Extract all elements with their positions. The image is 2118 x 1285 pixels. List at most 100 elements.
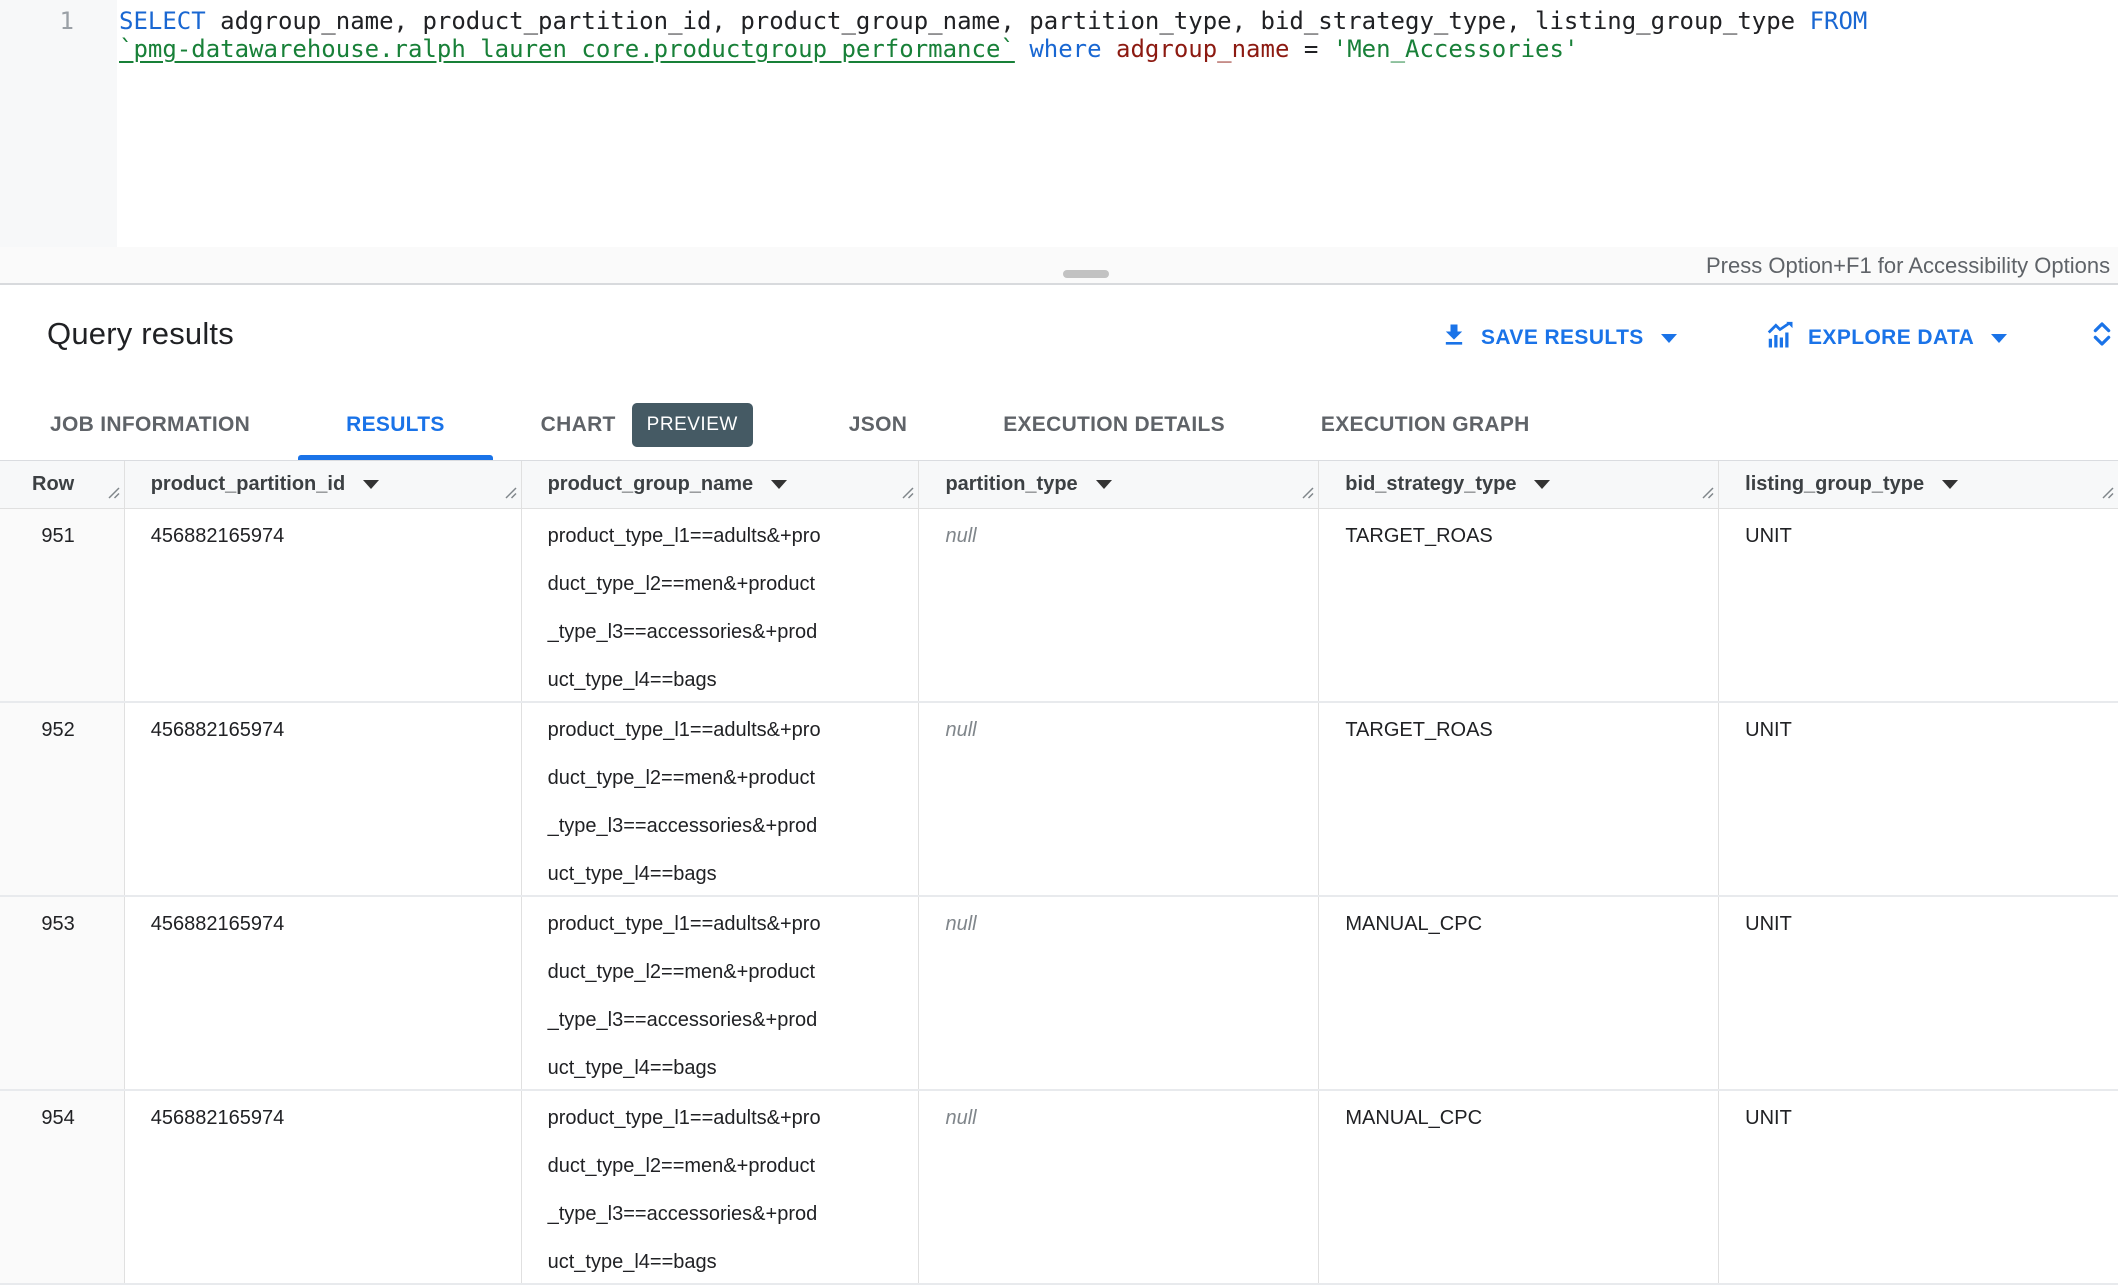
results-tab-bar: JOB INFORMATION RESULTS CHART PREVIEW JSON EX… bbox=[0, 390, 2118, 461]
table-row: 952456882165974product_type_l1==adults&+… bbox=[0, 703, 2118, 897]
tab-job-information[interactable]: JOB INFORMATION bbox=[2, 390, 298, 460]
sql-token: where bbox=[1029, 35, 1101, 63]
product-group-name-line: _type_l3==accessories&+prod bbox=[548, 618, 893, 666]
tab-label: EXECUTION GRAPH bbox=[1321, 413, 1530, 437]
tab-execution-graph[interactable]: EXECUTION GRAPH bbox=[1273, 390, 1578, 460]
cell-product-group-name: product_type_l1==adults&+product_type_l2… bbox=[522, 897, 920, 1089]
sql-token: = bbox=[1289, 35, 1332, 63]
sql-line-1: SELECT adgroup_name, product_partition_i… bbox=[119, 7, 1867, 35]
cell-listing-group-type: UNIT bbox=[1719, 897, 2118, 1089]
editor-status-bar: Press Option+F1 for Accessibility Option… bbox=[0, 247, 2118, 285]
column-menu-caret[interactable] bbox=[1534, 480, 1550, 489]
table-row: 951456882165974 product_type_l1==adults&+… bbox=[0, 509, 2118, 703]
product-group-name-line: _type_l3==accessories&+prod bbox=[548, 1200, 893, 1248]
sql-token bbox=[1102, 35, 1116, 63]
cell-product-partition-id: 456882165974 bbox=[125, 1091, 522, 1283]
cell-bid-strategy-type: TARGET_ROAS bbox=[1319, 703, 1719, 895]
explore-data-button[interactable]: EXPLORE DATA bbox=[1765, 315, 2007, 361]
tab-label: EXECUTION DETAILS bbox=[1003, 413, 1225, 437]
cell-partition-type: null bbox=[919, 509, 1319, 701]
column-header-label: product_group_name bbox=[548, 473, 754, 496]
chart-icon bbox=[1765, 320, 1795, 356]
tab-label: RESULTS bbox=[346, 413, 445, 437]
tab-badge-preview: PREVIEW bbox=[632, 403, 753, 447]
column-header-label: Row bbox=[32, 473, 74, 496]
column-resize-grip[interactable] bbox=[899, 483, 915, 506]
product-group-name-line: duct_type_l2==men&+product bbox=[548, 570, 893, 618]
table-row: 954456882165974 product_type_l1==adults&+… bbox=[0, 1091, 2118, 1285]
cell-partition-type: null bbox=[919, 703, 1319, 895]
cell-partition-type: null bbox=[919, 1091, 1319, 1283]
cell-listing-group-type: UNIT bbox=[1719, 509, 2118, 701]
sql-token bbox=[1015, 35, 1029, 63]
column-resize-grip[interactable] bbox=[1699, 483, 1715, 506]
explore-data-label: EXPLORE DATA bbox=[1808, 326, 1974, 350]
column-header-product-group-name[interactable]: product_group_name bbox=[522, 461, 920, 508]
cell-product-partition-id: 456882165974 bbox=[125, 509, 522, 701]
cell-listing-group-type: UNIT bbox=[1719, 1091, 2118, 1283]
product-group-name-line: uct_type_l4==bags bbox=[548, 1054, 893, 1089]
product-group-name-line: uct_type_l4==bags bbox=[548, 1248, 893, 1283]
sql-editor[interactable]: 1 SELECT adgroup_name, product_partition… bbox=[0, 0, 2118, 247]
table-row: 953456882165974product_type_l1==adults&+… bbox=[0, 897, 2118, 1091]
column-header-partition-type[interactable]: partition_type bbox=[919, 461, 1319, 508]
bigquery-query-results-screen: 1 SELECT adgroup_name, product_partition… bbox=[0, 0, 2118, 1186]
sql-code-area[interactable]: SELECT adgroup_name, product_partition_i… bbox=[117, 0, 1867, 247]
column-resize-grip[interactable] bbox=[105, 483, 121, 506]
tab-chart[interactable]: CHART PREVIEW bbox=[493, 390, 801, 460]
panel-resize-handle[interactable] bbox=[1063, 270, 1109, 278]
accessibility-hint: Press Option+F1 for Accessibility Option… bbox=[1706, 247, 2110, 283]
column-menu-caret[interactable] bbox=[1096, 480, 1112, 489]
tab-results[interactable]: RESULTS bbox=[298, 390, 493, 460]
save-results-button[interactable]: SAVE RESULTS bbox=[1440, 315, 1677, 361]
product-group-name-line: uct_type_l4==bags bbox=[548, 666, 893, 701]
cell-bid-strategy-type: MANUAL_CPC bbox=[1319, 1091, 1719, 1283]
cell-product-partition-id: 456882165974 bbox=[125, 703, 522, 895]
page-title: Query results bbox=[47, 316, 234, 352]
cell-row-number: 952 bbox=[0, 703, 125, 895]
results-table-header: Row product_partition_id product_group_nam… bbox=[0, 461, 2118, 509]
cell-product-group-name: product_type_l1==adults&+product_type_l2… bbox=[522, 703, 920, 895]
column-menu-caret[interactable] bbox=[771, 480, 787, 489]
tab-execution-details[interactable]: EXECUTION DETAILS bbox=[955, 390, 1273, 460]
sql-token: `pmg-datawarehouse.ralph_lauren_core.pro… bbox=[119, 35, 1015, 63]
column-menu-caret[interactable] bbox=[363, 480, 379, 489]
product-group-name-line: uct_type_l4==bags bbox=[548, 860, 893, 895]
column-resize-grip[interactable] bbox=[502, 483, 518, 506]
tab-json[interactable]: JSON bbox=[801, 390, 955, 460]
cell-bid-strategy-type: MANUAL_CPC bbox=[1319, 897, 1719, 1089]
column-resize-grip[interactable] bbox=[2099, 483, 2115, 506]
sql-token: 'Men_Accessories' bbox=[1333, 35, 1579, 63]
explore-data-dropdown-caret bbox=[1991, 334, 2007, 343]
cell-row-number: 951 bbox=[0, 509, 125, 701]
column-header-listing-group-type[interactable]: listing_group_type bbox=[1719, 461, 2118, 508]
cell-bid-strategy-type: TARGET_ROAS bbox=[1319, 509, 1719, 701]
column-header-product-partition-id[interactable]: product_partition_id bbox=[125, 461, 522, 508]
cell-row-number: 954 bbox=[0, 1091, 125, 1283]
collapse-results-button[interactable] bbox=[2086, 318, 2118, 353]
unfold-chevrons-icon bbox=[2086, 338, 2118, 353]
product-group-name-line: product_type_l1==adults&+pro bbox=[548, 522, 893, 570]
product-group-name-line: product_type_l1==adults&+pro bbox=[548, 1104, 893, 1152]
product-group-name-line: duct_type_l2==men&+product bbox=[548, 958, 893, 1006]
column-header-bid-strategy-type[interactable]: bid_strategy_type bbox=[1319, 461, 1719, 508]
save-results-label: SAVE RESULTS bbox=[1481, 326, 1644, 350]
cell-listing-group-type: UNIT bbox=[1719, 703, 2118, 895]
sql-token: adgroup_name, product_partition_id, prod… bbox=[206, 7, 1810, 35]
sql-token: FROM bbox=[1810, 7, 1868, 35]
column-header-label: partition_type bbox=[945, 473, 1077, 496]
column-header-label: listing_group_type bbox=[1745, 473, 1924, 496]
product-group-name-line: duct_type_l2==men&+product bbox=[548, 764, 893, 812]
product-group-name-line: product_type_l1==adults&+pro bbox=[548, 910, 893, 958]
column-resize-grip[interactable] bbox=[1299, 483, 1315, 506]
column-header-label: bid_strategy_type bbox=[1345, 473, 1516, 496]
column-menu-caret[interactable] bbox=[1942, 480, 1958, 489]
product-group-name-line: _type_l3==accessories&+prod bbox=[548, 812, 893, 860]
tab-label: JSON bbox=[849, 413, 907, 437]
line-number: 1 bbox=[0, 7, 117, 35]
results-table: Row product_partition_id product_group_nam… bbox=[0, 461, 2118, 1285]
tab-label: CHART bbox=[541, 413, 616, 437]
column-header-row[interactable]: Row bbox=[0, 461, 125, 508]
editor-gutter: 1 bbox=[0, 0, 117, 247]
product-group-name-line: duct_type_l2==men&+product bbox=[548, 1152, 893, 1200]
